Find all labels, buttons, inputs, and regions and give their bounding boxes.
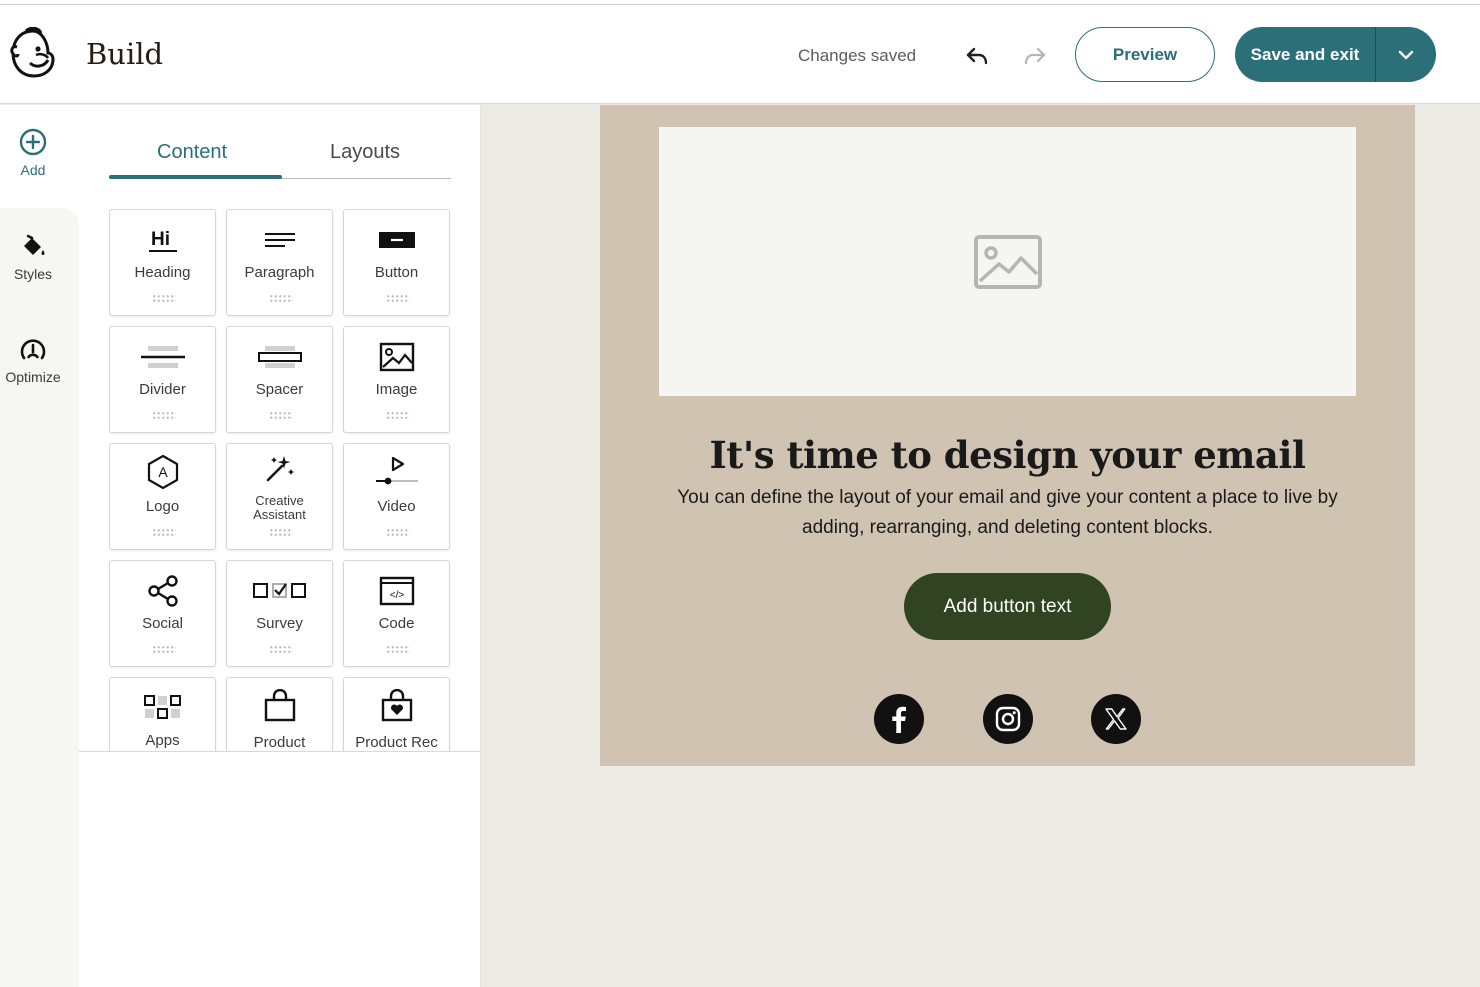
mailchimp-logo-icon[interactable] bbox=[8, 26, 58, 81]
logo-hexagon-icon: A bbox=[110, 454, 215, 490]
left-rail-lower bbox=[0, 208, 79, 987]
block-image[interactable]: Image bbox=[343, 326, 450, 433]
instagram-icon[interactable] bbox=[983, 694, 1033, 744]
tab-content[interactable]: Content bbox=[157, 141, 227, 164]
divider-icon bbox=[110, 341, 215, 373]
content-panel: Content Layouts Hi Heading Paragraph But… bbox=[79, 105, 481, 987]
block-label: Creative Assistant bbox=[253, 493, 306, 522]
shopping-bag-icon bbox=[227, 689, 332, 722]
block-code[interactable]: </> Code bbox=[343, 560, 450, 667]
block-heading[interactable]: Hi Heading bbox=[109, 209, 216, 316]
drag-handle-icon[interactable] bbox=[386, 411, 410, 420]
redo-icon bbox=[1024, 47, 1046, 65]
block-label: Spacer bbox=[255, 381, 304, 398]
active-tab-indicator bbox=[109, 175, 282, 179]
block-label: Heading bbox=[134, 264, 191, 281]
add-circle-icon bbox=[19, 128, 47, 156]
block-button[interactable]: Button bbox=[343, 209, 450, 316]
save-status: Changes saved bbox=[798, 46, 917, 65]
email-body-text[interactable]: You can define the layout of your email … bbox=[655, 483, 1360, 543]
drag-handle-icon[interactable] bbox=[386, 294, 410, 303]
paint-bucket-icon bbox=[24, 234, 45, 255]
apps-icon bbox=[110, 692, 215, 724]
magic-wand-icon bbox=[227, 452, 332, 484]
block-label: Video bbox=[377, 498, 416, 515]
drag-handle-icon[interactable] bbox=[386, 528, 410, 537]
heading-glyph: Hi bbox=[151, 229, 170, 250]
block-label: Social bbox=[142, 615, 183, 632]
block-label: Button bbox=[374, 264, 419, 281]
block-label: Divider bbox=[139, 381, 186, 398]
drag-handle-icon[interactable] bbox=[152, 294, 176, 303]
block-label: Image bbox=[375, 381, 418, 398]
logo-glyph: A bbox=[158, 464, 168, 480]
block-social[interactable]: Social bbox=[109, 560, 216, 667]
block-label: Logo bbox=[145, 498, 180, 515]
panel-tabs: Content Layouts bbox=[109, 105, 451, 179]
image-placeholder-icon bbox=[973, 234, 1042, 289]
share-icon bbox=[110, 575, 215, 607]
block-label: Product Rec bbox=[355, 734, 438, 751]
tab-layouts[interactable]: Layouts bbox=[330, 141, 400, 164]
preview-button[interactable]: Preview bbox=[1075, 27, 1215, 82]
drag-handle-icon[interactable] bbox=[269, 411, 293, 420]
block-label: Product bbox=[253, 734, 306, 751]
drag-handle-icon[interactable] bbox=[152, 528, 176, 537]
shopping-bag-heart-icon bbox=[344, 689, 449, 722]
email-preview: It's time to design your email You can d… bbox=[600, 105, 1415, 766]
drag-handle-icon[interactable] bbox=[386, 645, 410, 654]
block-apps[interactable]: Apps bbox=[109, 677, 216, 751]
redo-button[interactable] bbox=[1018, 39, 1052, 73]
image-icon bbox=[344, 341, 449, 373]
top-bar: Build Changes saved Preview Save and exi… bbox=[0, 5, 1480, 104]
save-options-dropdown[interactable] bbox=[1376, 27, 1436, 82]
rail-item-label: Styles bbox=[13, 266, 53, 282]
block-spacer[interactable]: Spacer bbox=[226, 326, 333, 433]
paragraph-icon bbox=[227, 224, 332, 256]
block-survey[interactable]: Survey bbox=[226, 560, 333, 667]
video-play-icon bbox=[344, 454, 449, 486]
block-product-rec[interactable]: Product Rec bbox=[343, 677, 450, 751]
block-logo[interactable]: A Logo bbox=[109, 443, 216, 550]
x-twitter-icon[interactable] bbox=[1091, 694, 1141, 744]
rail-item-label: Optimize bbox=[5, 369, 61, 385]
drag-handle-icon[interactable] bbox=[269, 528, 293, 537]
block-label: Apps bbox=[145, 732, 180, 749]
email-image-placeholder[interactable] bbox=[659, 127, 1356, 396]
block-label: Paragraph bbox=[244, 264, 315, 281]
block-label: Code bbox=[378, 615, 415, 632]
facebook-icon[interactable] bbox=[874, 694, 924, 744]
drag-handle-icon[interactable] bbox=[152, 411, 176, 420]
rail-item-optimize[interactable]: Optimize bbox=[0, 335, 66, 385]
block-label: Survey bbox=[256, 615, 303, 632]
email-cta-button[interactable]: Add button text bbox=[904, 573, 1111, 640]
save-button-group: Save and exit bbox=[1235, 27, 1436, 82]
undo-icon bbox=[966, 47, 988, 65]
panel-divider bbox=[79, 751, 481, 752]
block-paragraph[interactable]: Paragraph bbox=[226, 209, 333, 316]
heading-icon: Hi bbox=[110, 224, 215, 256]
content-block-grid: Hi Heading Paragraph Button Divider Spac… bbox=[109, 209, 451, 751]
spacer-icon bbox=[227, 341, 332, 373]
undo-button[interactable] bbox=[960, 39, 994, 73]
rail-item-label: Add bbox=[20, 162, 46, 178]
block-creative-assistant[interactable]: Creative Assistant bbox=[226, 443, 333, 550]
button-icon bbox=[344, 224, 449, 256]
code-glyph: </> bbox=[389, 590, 404, 601]
chevron-down-icon bbox=[1398, 50, 1414, 59]
code-icon: </> bbox=[344, 575, 449, 607]
drag-handle-icon[interactable] bbox=[152, 645, 176, 654]
email-heading[interactable]: It's time to design your email bbox=[600, 433, 1415, 477]
drag-handle-icon[interactable] bbox=[269, 294, 293, 303]
page-title: Build bbox=[86, 37, 164, 71]
gauge-icon bbox=[20, 339, 46, 360]
rail-item-styles[interactable]: Styles bbox=[0, 232, 66, 282]
drag-handle-icon[interactable] bbox=[269, 645, 293, 654]
rail-item-add[interactable]: Add bbox=[0, 128, 66, 178]
block-divider[interactable]: Divider bbox=[109, 326, 216, 433]
block-product[interactable]: Product bbox=[226, 677, 333, 751]
save-and-exit-button[interactable]: Save and exit bbox=[1235, 27, 1376, 82]
block-video[interactable]: Video bbox=[343, 443, 450, 550]
survey-checkbox-icon bbox=[227, 575, 332, 607]
